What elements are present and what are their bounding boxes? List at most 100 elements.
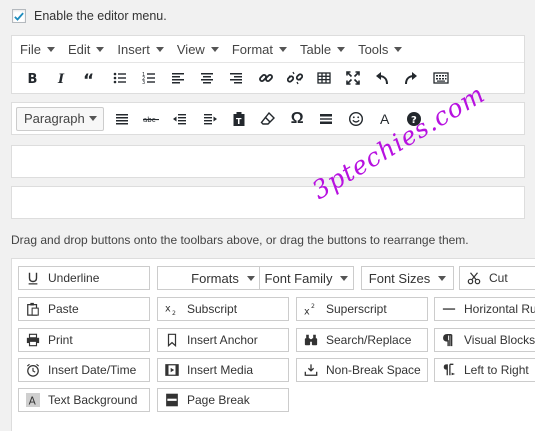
menu-tools-label: Tools	[358, 41, 389, 57]
enable-menu-checkbox[interactable]	[12, 9, 26, 23]
redo-button[interactable]	[397, 66, 425, 90]
link-icon	[258, 74, 273, 82]
print-button[interactable]: Print	[18, 328, 150, 352]
blockquote-button[interactable]: “	[76, 66, 104, 90]
nonbreak-icon	[304, 363, 318, 377]
italic-icon: I	[57, 72, 65, 86]
toolbar-toggle-button[interactable]	[427, 66, 455, 90]
special-character-icon: Ω	[290, 109, 304, 127]
format-select[interactable]: Paragraph	[16, 106, 104, 131]
paste-as-text-icon: T	[233, 111, 245, 126]
svg-text:2: 2	[172, 310, 176, 316]
emoticons-button[interactable]	[342, 107, 370, 131]
align-left-icon	[171, 73, 184, 84]
search-replace-button[interactable]: Search/Replace	[296, 328, 428, 352]
left-to-right-label: Left to Right	[464, 363, 529, 377]
align-center-icon	[201, 73, 214, 84]
subscript-button[interactable]: x2 Subscript	[157, 297, 289, 321]
chevron-down-icon	[337, 46, 346, 52]
text-color-icon: A	[380, 110, 390, 127]
horizontal-line-icon	[320, 113, 333, 124]
chevron-down-icon	[246, 275, 255, 281]
chevron-down-icon	[89, 116, 97, 121]
svg-text:3: 3	[142, 80, 145, 86]
superscript-button[interactable]: x2 Superscript	[296, 297, 428, 321]
align-left-button[interactable]	[164, 66, 192, 90]
editor-toolbar-area: File Edit Insert View Format Table Tools…	[11, 35, 525, 94]
available-buttons-pool: Underline Formats Font Family Font Sizes…	[11, 258, 535, 431]
paste-as-text-button[interactable]: T	[225, 107, 253, 131]
paste-button[interactable]: Paste	[18, 297, 150, 321]
svg-text:A: A	[29, 395, 37, 407]
cut-button[interactable]: Cut	[459, 266, 535, 290]
insert-datetime-button[interactable]: Insert Date/Time	[18, 358, 150, 382]
clipboard-icon	[26, 302, 40, 316]
strikethrough-button[interactable]: abc	[137, 107, 165, 131]
svg-text:I: I	[57, 72, 65, 86]
chevron-down-icon	[438, 275, 447, 281]
align-center-button[interactable]	[193, 66, 221, 90]
insert-anchor-button[interactable]: Insert Anchor	[157, 328, 289, 352]
unlink-button[interactable]	[281, 66, 309, 90]
toolbar-dropzone-3[interactable]	[11, 145, 525, 178]
nonbreak-space-button[interactable]: Non-Break Space	[296, 358, 428, 382]
font-sizes-button[interactable]: Font Sizes	[361, 266, 454, 290]
svg-text:x: x	[304, 306, 310, 316]
text-background-label: Text Background	[48, 393, 138, 407]
subscript-icon: x2	[165, 302, 179, 316]
svg-text:2: 2	[311, 303, 315, 310]
italic-button[interactable]: I	[47, 66, 75, 90]
visual-blocks-button[interactable]: Visual Blocks	[434, 328, 535, 352]
underline-button[interactable]: Underline	[18, 266, 150, 290]
chevron-down-icon	[46, 46, 55, 52]
blockquote-icon: “	[83, 71, 94, 86]
menu-insert[interactable]: Insert	[116, 42, 170, 57]
font-family-button[interactable]: Font Family	[259, 266, 354, 290]
table-button[interactable]	[310, 66, 338, 90]
clock-icon	[26, 363, 40, 377]
toolbar-row-1: B I “ 123	[12, 63, 524, 93]
font-family-label: Font Family	[264, 270, 333, 286]
menu-tools[interactable]: Tools	[357, 42, 408, 57]
superscript-icon: x2	[304, 302, 318, 316]
insert-datetime-label: Insert Date/Time	[48, 363, 137, 377]
fullscreen-button[interactable]	[339, 66, 367, 90]
chevron-down-icon	[96, 46, 105, 52]
menu-format[interactable]: Format	[231, 42, 293, 57]
page-break-label: Page Break	[187, 393, 250, 407]
outdent-button[interactable]	[166, 107, 194, 131]
left-to-right-button[interactable]: Left to Right	[434, 358, 535, 382]
link-button[interactable]	[252, 66, 280, 90]
justify-button[interactable]	[108, 107, 136, 131]
text-background-button[interactable]: A Text Background	[18, 388, 150, 412]
horizontal-line-button[interactable]	[312, 107, 340, 131]
page-break-button[interactable]: Page Break	[157, 388, 289, 412]
menu-edit[interactable]: Edit	[67, 42, 110, 57]
paragraph-icon	[442, 333, 456, 347]
bulleted-list-button[interactable]	[106, 66, 134, 90]
indent-button[interactable]	[196, 107, 224, 131]
menu-table[interactable]: Table	[299, 42, 351, 57]
instructions-text: Drag and drop buttons onto the toolbars …	[11, 233, 469, 247]
subscript-label: Subscript	[187, 302, 238, 316]
font-sizes-label: Font Sizes	[368, 270, 431, 286]
clear-formatting-button[interactable]	[254, 107, 282, 131]
horizontal-rule-button[interactable]: Horizontal Rule	[434, 297, 535, 321]
insert-anchor-label: Insert Anchor	[187, 333, 258, 347]
formats-label: Formats	[191, 270, 239, 286]
film-icon	[165, 363, 179, 377]
menu-file[interactable]: File	[19, 42, 61, 57]
insert-media-button[interactable]: Insert Media	[157, 358, 289, 382]
numbered-list-button[interactable]: 123	[135, 66, 163, 90]
menu-edit-label: Edit	[67, 41, 91, 57]
align-right-button[interactable]	[222, 66, 250, 90]
special-character-button[interactable]: Ω	[283, 107, 311, 131]
toolbar-dropzone-4[interactable]	[11, 186, 525, 219]
indent-icon	[203, 113, 217, 124]
checkmark-icon	[14, 12, 24, 21]
bookmark-icon	[165, 333, 179, 347]
chevron-down-icon	[155, 46, 164, 52]
menu-view[interactable]: View	[176, 42, 225, 57]
bold-button[interactable]: B	[18, 66, 46, 90]
undo-button[interactable]	[368, 66, 396, 90]
